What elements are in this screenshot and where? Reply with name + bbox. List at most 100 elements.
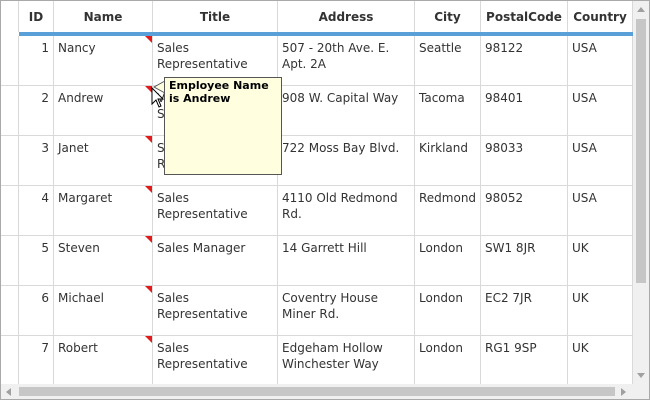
- cell-address: Coventry House Miner Rd.: [282, 291, 378, 321]
- grid-cell-city[interactable]: London: [415, 236, 481, 286]
- data-grid: ID Name Title Address City PostalCode Country …: [0, 0, 650, 400]
- comment-marker-icon[interactable]: [145, 286, 152, 293]
- grid-cell-id[interactable]: 3: [19, 136, 54, 186]
- row-header[interactable]: [1, 236, 19, 286]
- cell-country: UK: [572, 291, 589, 305]
- grid-cell-id[interactable]: 4: [19, 186, 54, 236]
- grid-cell-postal[interactable]: SW1 8JR: [481, 236, 568, 286]
- cell-postal: 98052: [485, 191, 524, 205]
- scrollbar-corner: [633, 384, 649, 399]
- row-header[interactable]: [1, 86, 19, 136]
- grid-cell-id[interactable]: 6: [19, 286, 54, 336]
- horizontal-scrollbar[interactable]: [1, 384, 633, 399]
- grid-cell-country[interactable]: USA: [568, 86, 633, 136]
- cell-city: Redmond: [419, 191, 477, 205]
- grid-cell-country[interactable]: USA: [568, 186, 633, 236]
- grid-cell-country[interactable]: UK: [568, 336, 633, 384]
- grid-cell-address[interactable]: Edgeham Hollow Winchester Way: [278, 336, 415, 384]
- cell-id: 2: [41, 91, 49, 105]
- grid-cell-city[interactable]: London: [415, 286, 481, 336]
- scroll-up-arrow-icon[interactable]: [637, 7, 645, 12]
- cell-city: London: [419, 241, 463, 255]
- grid-cell-title[interactable]: Sales Representative: [153, 336, 278, 384]
- cell-address: 908 W. Capital Way: [282, 91, 399, 105]
- cell-postal: EC2 7JR: [485, 291, 532, 305]
- grid-cell-country[interactable]: UK: [568, 236, 633, 286]
- table-row[interactable]: 2AndrewVice President, Sales908 W. Capit…: [1, 86, 633, 136]
- grid-cell-id[interactable]: 7: [19, 336, 54, 384]
- cell-title: Sales Representative: [157, 41, 248, 71]
- grid-cell-postal[interactable]: RG1 9SP: [481, 336, 568, 384]
- table-row[interactable]: 5 Steven Sales Manager 14 Garrett Hill Londo…: [1, 236, 633, 286]
- grid-cell-name[interactable]: Margaret: [54, 186, 153, 236]
- grid-cell-id[interactable]: 5: [19, 236, 54, 286]
- grid-cell-id[interactable]: 2: [19, 86, 54, 136]
- comment-marker-icon[interactable]: [145, 236, 152, 243]
- comment-marker-icon[interactable]: [145, 336, 152, 343]
- table-row[interactable]: 4 Margaret Sales Representative 4110 Old Re…: [1, 186, 633, 236]
- grid-cell-title[interactable]: Sales Representative: [153, 286, 278, 336]
- row-header[interactable]: [1, 286, 19, 336]
- row-header[interactable]: [1, 136, 19, 186]
- cell-name: Steven: [58, 241, 100, 255]
- comment-marker-icon[interactable]: [145, 136, 152, 143]
- cell-address: 722 Moss Bay Blvd.: [282, 141, 400, 155]
- row-header[interactable]: [1, 36, 19, 86]
- grid-cell-city[interactable]: Redmond: [415, 186, 481, 236]
- grid-cell-postal[interactable]: 98033: [481, 136, 568, 186]
- grid-cell-postal[interactable]: 98122: [481, 36, 568, 86]
- column-header-postal[interactable]: PostalCode: [481, 1, 568, 32]
- comment-marker-icon[interactable]: [145, 36, 152, 43]
- grid-cell-address[interactable]: 722 Moss Bay Blvd.: [278, 136, 415, 186]
- grid-cell-city[interactable]: Kirkland: [415, 136, 481, 186]
- column-header-address[interactable]: Address: [278, 1, 415, 32]
- comment-tooltip: Employee Name is Andrew: [164, 77, 282, 175]
- grid-cell-city[interactable]: London: [415, 336, 481, 384]
- scroll-right-arrow-icon[interactable]: [621, 388, 626, 396]
- grid-cell-name[interactable]: Janet: [54, 136, 153, 186]
- cell-address: 507 - 20th Ave. E. Apt. 2A: [282, 41, 390, 71]
- row-header[interactable]: [1, 186, 19, 236]
- cell-id: 4: [41, 191, 49, 205]
- column-header-city[interactable]: City: [415, 1, 481, 32]
- grid-cell-name[interactable]: Steven: [54, 236, 153, 286]
- row-header[interactable]: [1, 336, 19, 384]
- scroll-down-arrow-icon[interactable]: [637, 373, 645, 378]
- scroll-left-arrow-icon[interactable]: [6, 388, 11, 396]
- table-row[interactable]: 1 Nancy Sales Representative 507 - 20th Ave…: [1, 36, 633, 86]
- grid-cell-address[interactable]: 14 Garrett Hill: [278, 236, 415, 286]
- grid-cell-city[interactable]: Tacoma: [415, 86, 481, 136]
- grid-cell-postal[interactable]: EC2 7JR: [481, 286, 568, 336]
- grid-body: 1 Nancy Sales Representative 507 - 20th Ave…: [1, 36, 633, 384]
- vertical-scrollbar[interactable]: [633, 1, 649, 384]
- grid-cell-title[interactable]: Sales Representative: [153, 186, 278, 236]
- grid-cell-city[interactable]: Seattle: [415, 36, 481, 86]
- grid-cell-postal[interactable]: 98052: [481, 186, 568, 236]
- grid-cell-postal[interactable]: 98401: [481, 86, 568, 136]
- grid-cell-country[interactable]: USA: [568, 136, 633, 186]
- grid-cell-name[interactable]: Robert: [54, 336, 153, 384]
- grid-cell-name[interactable]: Andrew: [54, 86, 153, 136]
- column-header-country[interactable]: Country: [568, 1, 633, 32]
- grid-cell-address[interactable]: Coventry House Miner Rd.: [278, 286, 415, 336]
- horizontal-scroll-thumb[interactable]: [19, 387, 615, 396]
- grid-cell-id[interactable]: 1: [19, 36, 54, 86]
- column-header-title[interactable]: Title: [153, 1, 278, 32]
- grid-cell-title[interactable]: Sales Manager: [153, 236, 278, 286]
- grid-cell-country[interactable]: USA: [568, 36, 633, 86]
- grid-cell-name[interactable]: Michael: [54, 286, 153, 336]
- grid-cell-address[interactable]: 507 - 20th Ave. E. Apt. 2A: [278, 36, 415, 86]
- column-header-id[interactable]: ID: [19, 1, 54, 32]
- column-header-name[interactable]: Name: [54, 1, 153, 32]
- grid-cell-address[interactable]: 4110 Old Redmond Rd.: [278, 186, 415, 236]
- comment-marker-icon[interactable]: [145, 186, 152, 193]
- table-row[interactable]: 3JanetSales Representative722 Moss Bay B…: [1, 136, 633, 186]
- grid-cell-country[interactable]: UK: [568, 286, 633, 336]
- cell-country: USA: [572, 41, 597, 55]
- table-row[interactable]: 6 Michael Sales Representative Coventry Hou…: [1, 286, 633, 336]
- table-row[interactable]: 7 Robert Sales Representative Edgeham Hollo…: [1, 336, 633, 384]
- cell-name: Margaret: [58, 191, 113, 205]
- grid-cell-address[interactable]: 908 W. Capital Way: [278, 86, 415, 136]
- vertical-scroll-thumb[interactable]: [636, 19, 646, 283]
- grid-cell-name[interactable]: Nancy: [54, 36, 153, 86]
